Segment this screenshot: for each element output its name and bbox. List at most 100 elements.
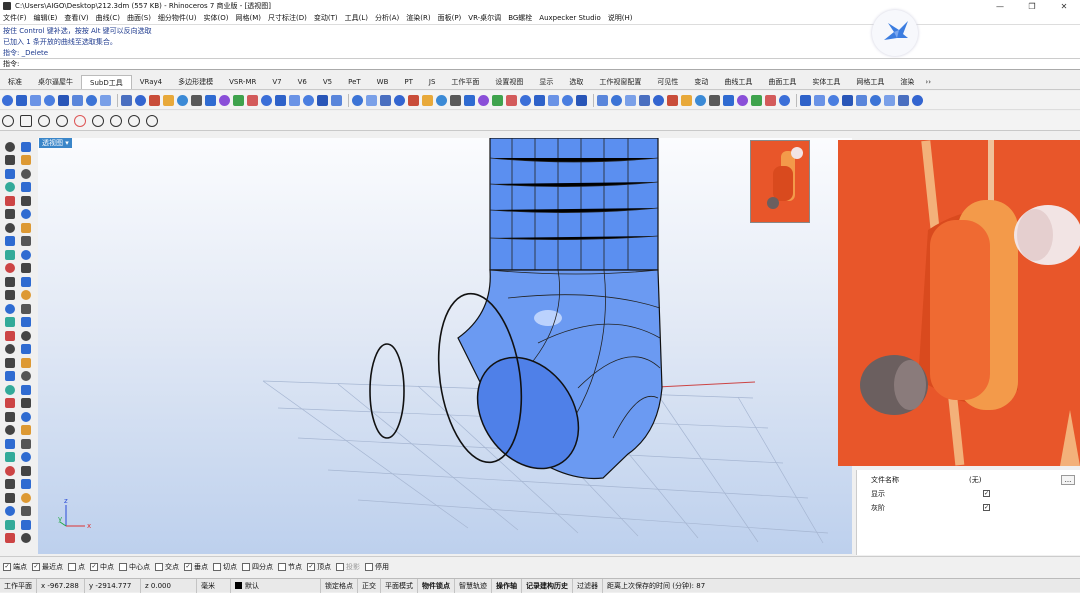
add-icon[interactable] xyxy=(146,114,158,127)
osnap-checkbox[interactable] xyxy=(213,563,221,571)
tool-icon[interactable] xyxy=(5,438,15,449)
tool-icon[interactable] xyxy=(5,519,15,530)
subd-tool-icon[interactable] xyxy=(520,94,531,106)
menu-bg[interactable]: BG螺栓 xyxy=(508,13,532,23)
status-toggle[interactable]: 过滤器 xyxy=(573,578,603,593)
perspective-viewport[interactable]: 透视图 ▾ y x z xyxy=(38,138,852,554)
menu-file[interactable]: 文件(F) xyxy=(3,13,27,23)
osnap-item[interactable]: ✓ 中点 xyxy=(90,562,114,572)
crease-icon[interactable] xyxy=(110,114,122,127)
subd-tool-icon[interactable] xyxy=(870,94,881,106)
tool-icon[interactable] xyxy=(5,506,15,517)
subd-tool-icon[interactable] xyxy=(639,94,650,106)
tool-icon[interactable] xyxy=(21,195,31,206)
osnap-checkbox[interactable] xyxy=(278,563,286,571)
tool-icon[interactable] xyxy=(21,330,31,341)
tool-icon[interactable] xyxy=(5,398,15,409)
subd-tool-icon[interactable] xyxy=(30,94,41,106)
tool-icon[interactable] xyxy=(21,411,31,422)
reference-thumbnail[interactable] xyxy=(750,140,810,223)
tool-icon[interactable] xyxy=(5,141,15,152)
tool-icon[interactable] xyxy=(5,303,15,314)
subd-tool-icon[interactable] xyxy=(261,94,272,106)
status-toggle[interactable]: 锁定格点 xyxy=(321,578,358,593)
menu-view[interactable]: 查看(V) xyxy=(64,13,88,23)
subd-tool-icon[interactable] xyxy=(534,94,545,106)
tool-icon[interactable] xyxy=(21,438,31,449)
subd-toggle-icon[interactable] xyxy=(2,114,14,127)
subd-tool-icon[interactable] xyxy=(72,94,83,106)
tab-curve-tools[interactable]: 曲线工具 xyxy=(716,75,760,89)
subd-tool-icon[interactable] xyxy=(303,94,314,106)
osnap-checkbox[interactable] xyxy=(155,563,163,571)
tool-icon[interactable] xyxy=(5,155,15,166)
tabs-overflow-icon[interactable]: ›› xyxy=(922,75,934,89)
tool-icon[interactable] xyxy=(21,249,31,260)
subd-tool-icon[interactable] xyxy=(856,94,867,106)
tool-icon[interactable] xyxy=(21,168,31,179)
tool-icon[interactable] xyxy=(21,479,31,490)
status-toggle[interactable]: 正交 xyxy=(358,578,381,593)
subd-tool-icon[interactable] xyxy=(912,94,923,106)
subd-tool-icon[interactable] xyxy=(506,94,517,106)
tool-icon[interactable] xyxy=(5,317,15,328)
subd-tool-icon[interactable] xyxy=(366,94,377,106)
tool-icon[interactable] xyxy=(21,303,31,314)
subd-tool-icon[interactable] xyxy=(422,94,433,106)
tool-icon[interactable] xyxy=(21,357,31,368)
subd-tool-icon[interactable] xyxy=(800,94,811,106)
menu-help[interactable]: 说明(H) xyxy=(608,13,633,23)
subd-tool-icon[interactable] xyxy=(331,94,342,106)
tab-subd-tools[interactable]: SubD工具 xyxy=(81,75,132,89)
tab-vsr-mr[interactable]: VSR-MR xyxy=(221,75,264,89)
menu-panels[interactable]: 面板(P) xyxy=(438,13,462,23)
status-toggle[interactable]: 记录建构历史 xyxy=(522,578,573,593)
tool-icon[interactable] xyxy=(5,168,15,179)
osnap-item[interactable]: 交点 xyxy=(155,562,179,572)
tool-icon[interactable] xyxy=(5,182,15,193)
tool-icon[interactable] xyxy=(21,344,31,355)
tool-icon[interactable] xyxy=(5,425,15,436)
tab-viewport-layout[interactable]: 工作视窗配置 xyxy=(591,75,649,89)
subd-tool-icon[interactable] xyxy=(135,94,146,106)
gumball-icon[interactable] xyxy=(92,114,104,127)
tab-wb[interactable]: WB xyxy=(369,75,397,89)
show-checkbox[interactable]: ✓ xyxy=(983,490,990,497)
menu-subd[interactable]: 细分物件(U) xyxy=(158,13,197,23)
tool-icon[interactable] xyxy=(5,236,15,247)
lasso-icon[interactable] xyxy=(74,114,86,127)
subd-tool-icon[interactable] xyxy=(408,94,419,106)
tool-icon[interactable] xyxy=(5,384,15,395)
osnap-checkbox[interactable]: ✓ xyxy=(184,563,192,571)
subd-tool-icon[interactable] xyxy=(121,94,132,106)
menu-curve[interactable]: 曲线(C) xyxy=(96,13,120,23)
osnap-item[interactable]: ✓ 端点 xyxy=(3,562,27,572)
tool-icon[interactable] xyxy=(21,290,31,301)
tab-polygon[interactable]: 多边形建模 xyxy=(170,75,221,89)
subd-tool-icon[interactable] xyxy=(275,94,286,106)
tool-icon[interactable] xyxy=(5,479,15,490)
tool-icon[interactable] xyxy=(21,519,31,530)
status-layer[interactable]: 默认 xyxy=(231,578,321,593)
tab-solid-tools[interactable]: 实体工具 xyxy=(804,75,848,89)
subd-tool-icon[interactable] xyxy=(548,94,559,106)
subd-tool-icon[interactable] xyxy=(814,94,825,106)
osnap-item[interactable]: 点 xyxy=(68,562,85,572)
subd-tool-icon[interactable] xyxy=(723,94,734,106)
status-toggle[interactable]: 操作轴 xyxy=(492,578,522,593)
osnap-checkbox[interactable]: ✓ xyxy=(3,563,11,571)
tool-icon[interactable] xyxy=(21,317,31,328)
tab-cplane[interactable]: 工作平面 xyxy=(443,75,487,89)
tool-icon[interactable] xyxy=(5,330,15,341)
tool-icon[interactable] xyxy=(5,263,15,274)
tab-plugin[interactable]: 桌尔逼屋牛 xyxy=(30,75,81,89)
subd-tool-icon[interactable] xyxy=(765,94,776,106)
tool-icon[interactable] xyxy=(5,290,15,301)
tool-icon[interactable] xyxy=(21,209,31,220)
subd-tool-icon[interactable] xyxy=(436,94,447,106)
tool-icon[interactable] xyxy=(5,222,15,233)
tool-icon[interactable] xyxy=(21,506,31,517)
tool-icon[interactable] xyxy=(5,344,15,355)
osnap-checkbox[interactable]: ✓ xyxy=(32,563,40,571)
minimize-button[interactable]: — xyxy=(984,0,1016,12)
